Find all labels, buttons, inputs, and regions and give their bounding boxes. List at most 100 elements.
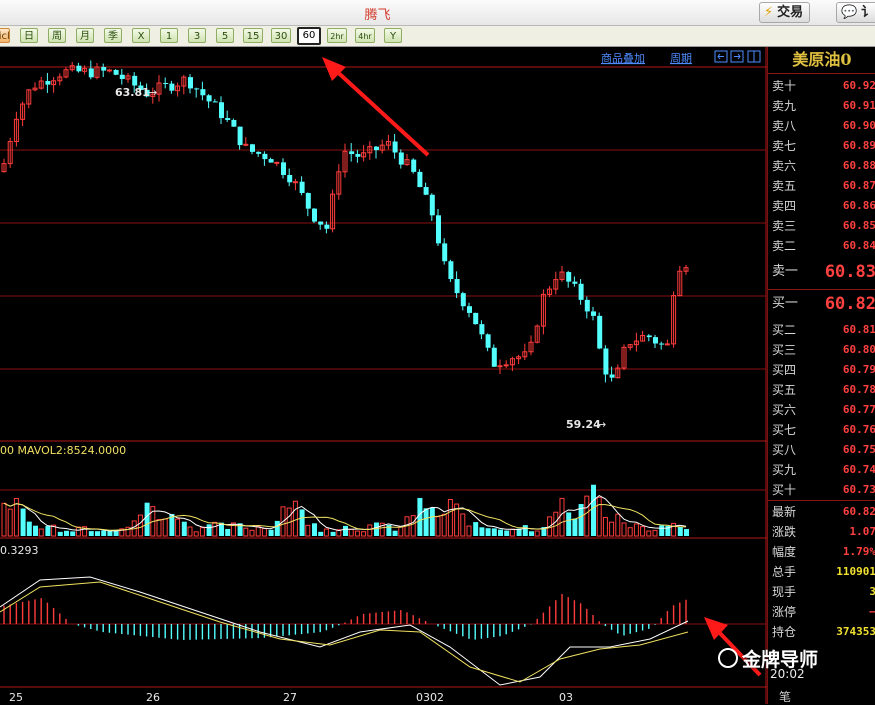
period-1min-button[interactable]: 1 (160, 28, 178, 43)
bid-label: 买九 (772, 460, 796, 480)
ask-row[interactable]: 卖三60.85 (768, 216, 875, 236)
stat-row[interactable]: 最新60.82 (768, 502, 875, 522)
volume-bar (114, 531, 119, 536)
stat-row[interactable]: 持仓374353 (768, 622, 875, 642)
candle-body (349, 151, 354, 154)
bid-row[interactable]: 买七60.76 (768, 420, 875, 440)
candle-body (455, 279, 460, 293)
period-year-button[interactable]: Y (384, 28, 402, 43)
bid-row[interactable]: 买四60.79 (768, 360, 875, 380)
period-4hr-button[interactable]: 4hr (355, 28, 375, 43)
volume-bar (510, 529, 514, 536)
volume-bar (479, 527, 484, 536)
candle-body (163, 83, 168, 84)
period-2hr-button[interactable]: 2hr (327, 28, 347, 43)
candle-body (653, 337, 658, 343)
period-3min-button[interactable]: 3 (188, 28, 206, 43)
ask-value: 60.84 (843, 236, 875, 256)
trades-tab[interactable]: 笔 (779, 688, 791, 705)
period-week-button[interactable]: 周 (48, 28, 66, 43)
chart-nav-icons[interactable] (715, 51, 760, 62)
bid-row[interactable]: 买一60.82 (768, 294, 875, 314)
volume-bar (89, 531, 94, 536)
ask-row[interactable]: 卖二60.84 (768, 236, 875, 256)
bid-value: 60.76 (843, 420, 875, 440)
volume-bar (622, 523, 626, 536)
period-60min-button[interactable]: 60 (297, 27, 321, 45)
volume-bar (107, 531, 112, 536)
volume-indicator-label: 00 MAVOL2:8524.0000 (0, 444, 126, 457)
bid-row[interactable]: 买十60.73 (768, 480, 875, 500)
bid-value: 60.79 (843, 360, 875, 380)
period-15min-button[interactable]: 15 (243, 28, 263, 43)
volume-bar (188, 527, 192, 536)
trade-button[interactable]: ⚡交易 (759, 2, 810, 23)
period-tick-button[interactable]: lick (0, 28, 10, 43)
ask-row[interactable]: 卖九60.91 (768, 96, 875, 116)
volume-bar (64, 531, 69, 536)
bid-row[interactable]: 买二 60.81 (768, 320, 875, 340)
candle-body (467, 306, 472, 313)
volume-bar (362, 532, 366, 536)
period-5min-button[interactable]: 5 (216, 28, 234, 43)
candle-body (399, 152, 404, 164)
volume-bar (647, 531, 651, 536)
bid-row[interactable]: 买九60.74 (768, 460, 875, 480)
volume-bar (349, 529, 353, 536)
volume-bar (603, 517, 607, 536)
candle-body (281, 162, 286, 175)
period-custom-button[interactable]: X (132, 28, 150, 43)
stat-value: 3 (869, 582, 875, 602)
bid-row[interactable]: 买三60.80 (768, 340, 875, 360)
stat-row[interactable]: 现手 3 (768, 582, 875, 602)
arrow-right-icon (734, 54, 740, 59)
candle-body (250, 144, 255, 152)
bid-row[interactable]: 买八60.75 (768, 440, 875, 460)
volume-bar (572, 519, 577, 536)
stat-row[interactable]: 涨跌1.07 (768, 522, 875, 542)
stat-row[interactable]: 涨停— (768, 602, 875, 622)
ask-row[interactable]: 卖六60.88 (768, 156, 875, 176)
volume-bar (176, 519, 180, 536)
chat-button[interactable]: 💬讠 (836, 2, 875, 23)
period-day-button[interactable]: 日 (20, 28, 38, 43)
candle-body (225, 118, 230, 120)
period-quarter-button[interactable]: 季 (104, 28, 122, 43)
candle-body (306, 193, 311, 209)
chart-area[interactable]: 商品叠加 周期 63.81 → 59.24 → 00 MAVOL2:8524.0… (0, 47, 767, 704)
period-30min-button[interactable]: 30 (271, 28, 291, 43)
ask-row[interactable]: 卖四60.86 (768, 196, 875, 216)
period-link[interactable]: 周期 (670, 52, 692, 65)
ask-row[interactable]: 卖十60.92 (768, 76, 875, 96)
period-month-button[interactable]: 月 (76, 28, 94, 43)
stat-value: 110901 (836, 562, 875, 582)
stat-row[interactable]: 幅度1.79% (768, 542, 875, 562)
ask-row[interactable]: 卖五60.87 (768, 176, 875, 196)
ask-value: 60.91 (843, 96, 875, 116)
candle-body (318, 222, 323, 225)
volume-bar (436, 517, 440, 536)
ask-row[interactable]: 卖八60.90 (768, 116, 875, 136)
stat-row[interactable]: 总手110901 (768, 562, 875, 582)
overlay-link[interactable]: 商品叠加 (601, 51, 645, 65)
bid-value: 60.81 (843, 320, 875, 340)
candle-body (287, 175, 292, 182)
bid-row[interactable]: 买六60.77 (768, 400, 875, 420)
period-toolbar: lick 日 周 月 季 X 1 3 5 15 30 60 2hr 4hr Y (0, 26, 875, 47)
bid-label: 买一 (772, 294, 798, 314)
candle-body (76, 66, 81, 72)
bid-row[interactable]: 买五60.78 (768, 380, 875, 400)
ask-row[interactable]: 卖七60.89 (768, 136, 875, 156)
bid-label: 买二 (772, 320, 796, 340)
candle-body (244, 144, 248, 145)
volume-bar (70, 531, 75, 536)
candle-body (566, 272, 571, 282)
x-tick-label: 26 (146, 691, 160, 704)
volume-bar (535, 531, 539, 536)
stat-label: 现手 (772, 582, 796, 602)
ask-row[interactable]: 卖一60.83 (768, 262, 875, 282)
macd-histogram (4, 594, 686, 640)
candle-body (300, 182, 305, 193)
ask-label: 卖八 (772, 116, 796, 136)
volume-bar (585, 496, 589, 536)
